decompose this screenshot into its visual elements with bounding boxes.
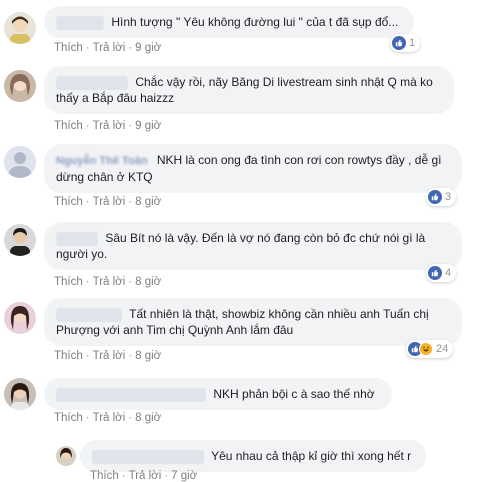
timestamp[interactable]: 8 giờ xyxy=(135,276,161,288)
default-avatar-icon[interactable] xyxy=(4,146,36,178)
like-link[interactable]: Thích xyxy=(54,120,83,132)
avatar[interactable] xyxy=(4,302,36,334)
reply-link[interactable]: Trả lời xyxy=(93,120,126,132)
commenter-name[interactable] xyxy=(56,231,98,246)
like-reaction-icon xyxy=(428,190,442,204)
timestamp[interactable]: 8 giờ xyxy=(135,350,161,362)
avatar[interactable] xyxy=(4,224,36,256)
commenter-name[interactable] xyxy=(56,15,104,30)
timestamp[interactable]: 8 giờ xyxy=(135,196,161,208)
commenter-name[interactable] xyxy=(56,387,206,402)
like-reaction-icon xyxy=(428,266,442,280)
comment-bubble: Tất nhiên là thật, showbiz không cần nhi… xyxy=(44,298,462,346)
commenter-name[interactable]: Nguyễn Thế Toàn xyxy=(56,155,147,167)
timestamp[interactable]: 7 giờ xyxy=(171,470,197,482)
comment-text: NKH phản bội c à sao thế nhờ xyxy=(213,387,375,401)
timestamp[interactable]: 8 giờ xyxy=(135,412,161,424)
like-reaction-icon xyxy=(392,36,406,50)
commenter-name[interactable] xyxy=(92,449,204,464)
like-link[interactable]: Thích xyxy=(54,42,83,54)
like-link[interactable]: Thích xyxy=(54,196,83,208)
reply-link[interactable]: Trả lời xyxy=(93,350,126,362)
timestamp[interactable]: 9 giờ xyxy=(135,120,161,132)
comment-bubble: Chắc vậy rồi, nãy Băng Di livestream sin… xyxy=(44,66,454,114)
timestamp[interactable]: 9 giờ xyxy=(135,42,161,54)
commenter-name[interactable] xyxy=(56,307,122,322)
comment-actions: Thích · Trả lời · 7 giờ xyxy=(90,470,198,482)
like-link[interactable]: Thích xyxy=(54,276,83,288)
comment-actions: Thích · Trả lời · 8 giờ xyxy=(54,276,162,288)
reaction-count[interactable]: 24 xyxy=(406,340,454,358)
reply-link[interactable]: Trả lời xyxy=(93,412,126,424)
like-link[interactable]: Thích xyxy=(54,350,83,362)
comment-text: Yêu nhau cả thập kỉ giờ thì xong hết r xyxy=(211,449,412,463)
reply-link[interactable]: Trả lời xyxy=(93,196,126,208)
comment-bubble: Nguyễn Thế Toàn NKH là con ong đa tình c… xyxy=(44,144,462,193)
avatar[interactable] xyxy=(4,12,36,44)
reply-link[interactable]: Trả lời xyxy=(129,470,162,482)
comment-bubble: Yêu nhau cả thập kỉ giờ thì xong hết r xyxy=(80,440,426,472)
avatar[interactable] xyxy=(4,70,36,102)
comment-actions: Thích · Trả lời · 8 giờ xyxy=(54,350,162,362)
comment-text: Sâu Bít nó là vậy. Đến là vợ nó đang còn… xyxy=(56,231,426,261)
avatar[interactable] xyxy=(4,378,36,410)
reply-link[interactable]: Trả lời xyxy=(93,42,126,54)
reply-link[interactable]: Trả lời xyxy=(93,276,126,288)
reaction-count[interactable]: 1 xyxy=(390,34,421,52)
comment-actions: Thích · Trả lời · 9 giờ xyxy=(54,120,162,132)
comment-actions: Thích · Trả lời · 8 giờ xyxy=(54,196,162,208)
haha-reaction-icon xyxy=(419,342,433,356)
reaction-count[interactable]: 3 xyxy=(426,188,457,206)
avatar[interactable] xyxy=(56,446,76,466)
comment-bubble: Hình tượng " Yêu không đường lui " của t… xyxy=(44,6,414,38)
commenter-name[interactable] xyxy=(56,75,128,90)
like-link[interactable]: Thích xyxy=(90,470,119,482)
comment-actions: Thích · Trả lời · 9 giờ xyxy=(54,42,162,54)
comment-bubble: NKH phản bội c à sao thế nhờ xyxy=(44,378,392,410)
comment-actions: Thích · Trả lời · 8 giờ xyxy=(54,412,162,424)
like-link[interactable]: Thích xyxy=(54,412,83,424)
reaction-count[interactable]: 4 xyxy=(426,264,457,282)
comment-text: Hình tượng " Yêu không đường lui " của t… xyxy=(111,15,399,29)
comment-bubble: Sâu Bít nó là vậy. Đến là vợ nó đang còn… xyxy=(44,222,462,270)
